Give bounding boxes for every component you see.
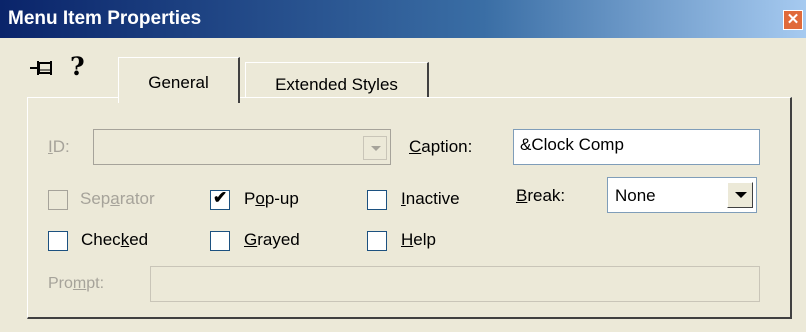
title-bar[interactable]: Menu Item Properties ✕ bbox=[0, 0, 806, 38]
close-icon: ✕ bbox=[786, 11, 800, 28]
tab-extended-styles[interactable]: Extended Styles bbox=[245, 62, 429, 98]
tab-general[interactable]: General bbox=[118, 57, 240, 103]
help-icon[interactable]: ? bbox=[70, 52, 85, 81]
tab-extended-styles-label: Extended Styles bbox=[275, 75, 398, 94]
window-title: Menu Item Properties bbox=[8, 8, 202, 29]
close-button[interactable]: ✕ bbox=[783, 10, 803, 30]
pushpin-icon[interactable] bbox=[30, 58, 58, 78]
general-panel bbox=[27, 97, 792, 319]
tab-general-label: General bbox=[148, 73, 209, 92]
